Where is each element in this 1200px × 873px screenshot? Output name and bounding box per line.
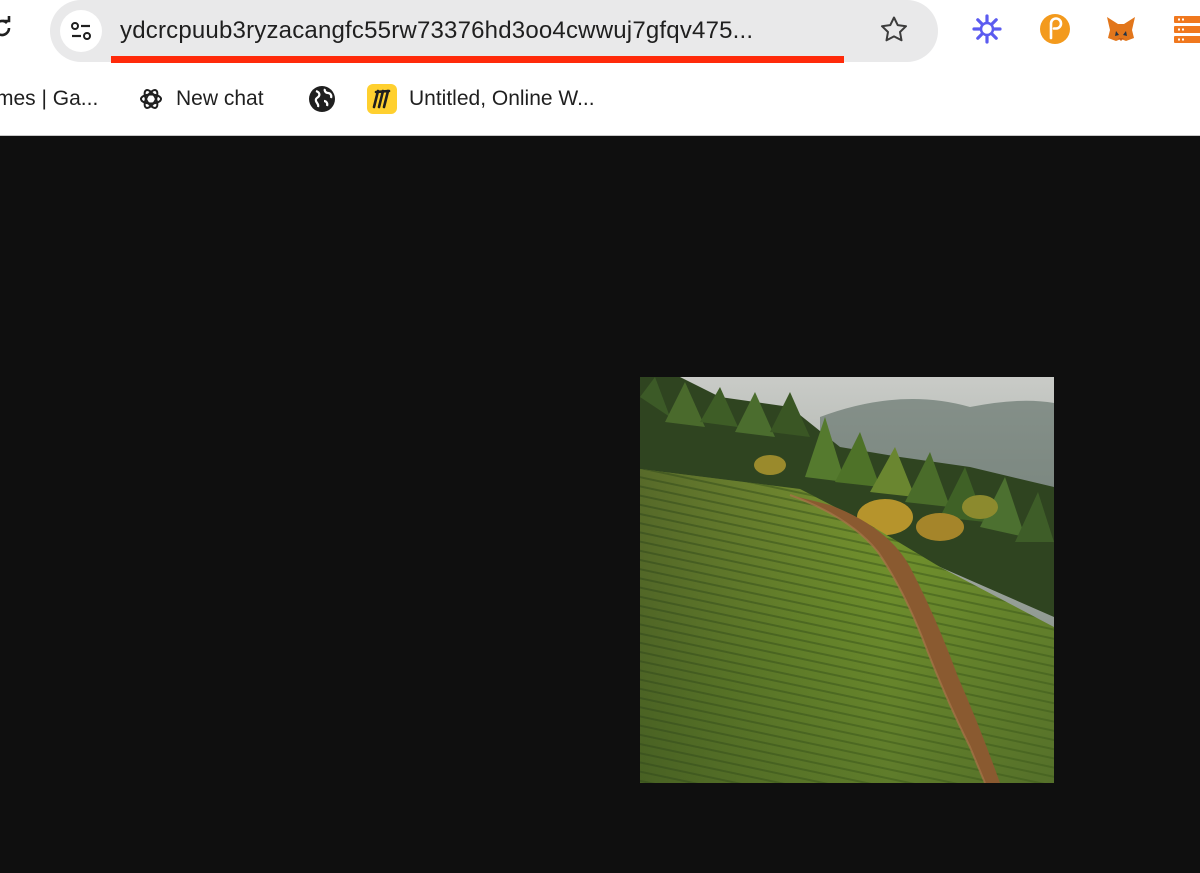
url-underline [111, 56, 844, 63]
bookmark-label: New chat [176, 87, 264, 110]
bookmark-games[interactable]: mes | Ga... [0, 82, 98, 116]
url-text[interactable]: ydcrcpuub3ryzacangfc55rw73376hd3oo4cwwuj… [120, 15, 753, 47]
server-icon[interactable] [1172, 12, 1200, 46]
bookmark-label: mes | Ga... [0, 87, 99, 110]
globe-icon [309, 86, 335, 112]
landscape-image [640, 377, 1054, 783]
site-info-button[interactable] [60, 10, 102, 52]
address-bar[interactable]: ydcrcpuub3ryzacangfc55rw73376hd3oo4cwwuj… [50, 0, 938, 62]
bookmarks-bar: mes | Ga... New chat Untitled, Online W.… [0, 74, 1200, 124]
openai-icon [140, 89, 162, 109]
bookmark-star-icon[interactable] [878, 14, 910, 46]
polkadot-icon[interactable] [1038, 12, 1072, 46]
perplexity-icon[interactable] [970, 12, 1004, 46]
metamask-icon[interactable] [1104, 12, 1138, 46]
bookmark-label: Untitled, Online W... [409, 87, 595, 110]
page-content [0, 136, 1200, 873]
browser-chrome: ydcrcpuub3ryzacangfc55rw73376hd3oo4cwwuj… [0, 0, 1200, 136]
bookmark-new-chat[interactable]: New chat [138, 82, 264, 116]
miro-icon [367, 84, 397, 114]
reload-icon[interactable] [0, 16, 14, 40]
bookmark-globe[interactable] [308, 82, 348, 116]
tune-icon [71, 22, 91, 40]
bookmark-miro-board[interactable]: Untitled, Online W... [367, 82, 595, 116]
